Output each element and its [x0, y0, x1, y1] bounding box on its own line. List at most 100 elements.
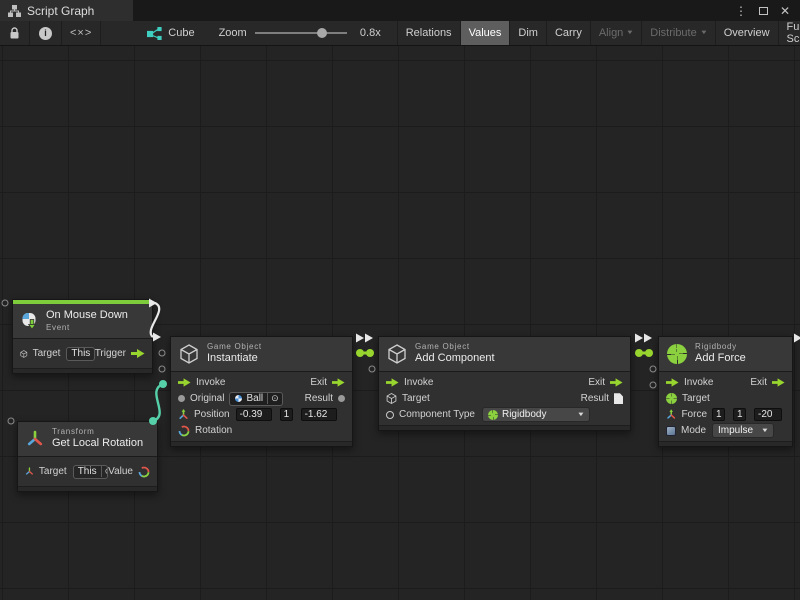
input-port[interactable] [8, 418, 15, 425]
graph-name: Cube [168, 27, 194, 39]
flow-arrow-icon[interactable] [131, 349, 145, 358]
input-port[interactable] [159, 350, 166, 357]
input-port[interactable] [159, 366, 166, 373]
zoom-slider[interactable] [255, 27, 347, 39]
input-port[interactable] [650, 366, 657, 373]
position-x-field[interactable]: -0.39 [236, 408, 272, 421]
vector-port-icon [666, 409, 676, 420]
graph-breadcrumb[interactable]: Cube [127, 21, 208, 45]
menu-icon[interactable]: ⋮ [732, 3, 750, 19]
component-type-dropdown[interactable]: Rigidbody ▼ [482, 407, 590, 422]
node-footer [18, 486, 157, 491]
relations-button[interactable]: Relations [397, 21, 461, 45]
input-port[interactable] [2, 300, 9, 307]
port-row: Target This ⊙ Trigger [13, 342, 152, 366]
position-z-field[interactable]: -1.62 [301, 408, 337, 421]
node-header[interactable]: Rigidbody Add Force [659, 337, 792, 372]
node-title: On Mouse Down [46, 309, 128, 323]
flow-arrow-icon[interactable] [178, 378, 191, 387]
port-row-position: Position -0.39 1 -1.62 [171, 407, 352, 423]
component-result-icon[interactable] [614, 393, 623, 404]
type-port-icon[interactable] [386, 411, 394, 419]
object-picker-icon[interactable]: ⊙ [267, 393, 282, 404]
force-z-field[interactable]: -20 [754, 408, 782, 421]
transform-icon [26, 430, 44, 448]
value-connector-dot[interactable] [356, 349, 364, 357]
script-graph-window: Script Graph ⋮ ✕ i <×> [0, 0, 800, 600]
rigidbody-icon [488, 410, 498, 420]
node-header[interactable]: Transform Get Local Rotation [18, 422, 157, 457]
game-object-icon [387, 344, 407, 364]
flow-connector-arrow[interactable] [635, 334, 643, 343]
value-connector-dot[interactable] [635, 349, 643, 357]
flow-connector-arrow[interactable] [365, 334, 373, 343]
distribute-button: Distribute▼ [642, 21, 715, 45]
close-icon[interactable]: ✕ [776, 3, 794, 19]
object-picker-icon[interactable]: ⊙ [101, 466, 109, 477]
node-header[interactable]: Game Object Add Component [379, 337, 630, 372]
node-header[interactable]: Game Object Instantiate [171, 337, 352, 372]
input-port[interactable] [369, 366, 376, 373]
force-x-field[interactable]: 1 [712, 408, 725, 421]
original-value: Ball [246, 393, 263, 404]
values-label: Values [469, 27, 502, 39]
rotation-port-icon[interactable] [138, 466, 150, 478]
invoke-label: Invoke [404, 377, 433, 388]
info-button[interactable]: i [30, 21, 62, 45]
node-subtitle: Event [46, 323, 128, 333]
flow-arrow-icon[interactable] [666, 378, 679, 387]
flow-arrow-icon[interactable] [386, 378, 399, 387]
game-object-icon [179, 344, 199, 364]
graph-canvas[interactable]: On Mouse Down Event Target This ⊙ [0, 46, 800, 600]
rotation-label: Rotation [195, 425, 232, 436]
rigidbody-port-icon [666, 393, 677, 404]
tab-script-graph[interactable]: Script Graph [0, 0, 133, 21]
mode-value: Impulse [718, 425, 753, 436]
fullscreen-button[interactable]: Full Screen [779, 21, 800, 45]
node-get-local-rotation[interactable]: Transform Get Local Rotation Target This… [17, 421, 158, 492]
zoom-slider-handle[interactable] [317, 28, 327, 38]
value-label: Value [108, 466, 133, 477]
flow-connector-arrow[interactable] [356, 334, 364, 343]
target-label: Target [682, 393, 710, 404]
value-connector-dot[interactable] [366, 349, 374, 357]
node-instantiate[interactable]: Game Object Instantiate Invoke Exit Orig… [170, 336, 353, 447]
flow-arrow-icon[interactable] [772, 378, 785, 387]
result-port-icon[interactable] [338, 395, 345, 402]
target-value-pill[interactable]: This ⊙ [66, 347, 94, 361]
node-add-force[interactable]: Rigidbody Add Force Invoke Exit Target [658, 336, 793, 447]
position-port-icon [178, 409, 189, 420]
chevron-down-icon: ▼ [700, 30, 708, 36]
rigidbody-icon [667, 344, 687, 364]
target-value-pill[interactable]: This ⊙ [73, 465, 108, 479]
port-row: Target This ⊙ Value [18, 460, 157, 484]
relations-label: Relations [406, 27, 452, 39]
lock-button[interactable] [0, 21, 30, 45]
zoom-slider-track [255, 32, 347, 34]
position-y-field[interactable]: 1 [280, 408, 293, 421]
original-value-pill[interactable]: Ball ⊙ [229, 392, 282, 406]
overview-button[interactable]: Overview [716, 21, 779, 45]
values-button[interactable]: Values [461, 21, 511, 45]
node-on-mouse-down[interactable]: On Mouse Down Event Target This ⊙ [12, 299, 153, 374]
lock-icon [9, 27, 20, 40]
node-title: Get Local Rotation [52, 437, 143, 451]
force-y-field[interactable]: 1 [733, 408, 746, 421]
node-footer [171, 441, 352, 446]
node-header[interactable]: On Mouse Down Event [13, 304, 152, 339]
dim-button[interactable]: Dim [510, 21, 547, 45]
code-view-button[interactable]: <×> [62, 21, 101, 45]
carry-button[interactable]: Carry [547, 21, 591, 45]
mode-dropdown[interactable]: Impulse ▼ [712, 423, 774, 438]
flow-connector-arrow[interactable] [644, 334, 652, 343]
flow-arrow-icon[interactable] [332, 378, 345, 387]
wire-rotation-value[interactable] [153, 384, 163, 421]
value-connector-dot[interactable] [645, 349, 653, 357]
node-title: Instantiate [207, 352, 262, 366]
game-object-port-icon [386, 393, 397, 404]
flow-arrow-icon[interactable] [610, 378, 623, 387]
maximize-icon[interactable] [754, 3, 772, 19]
node-add-component[interactable]: Game Object Add Component Invoke Exit [378, 336, 631, 431]
value-port-icon[interactable] [178, 395, 185, 402]
input-port[interactable] [650, 382, 657, 389]
